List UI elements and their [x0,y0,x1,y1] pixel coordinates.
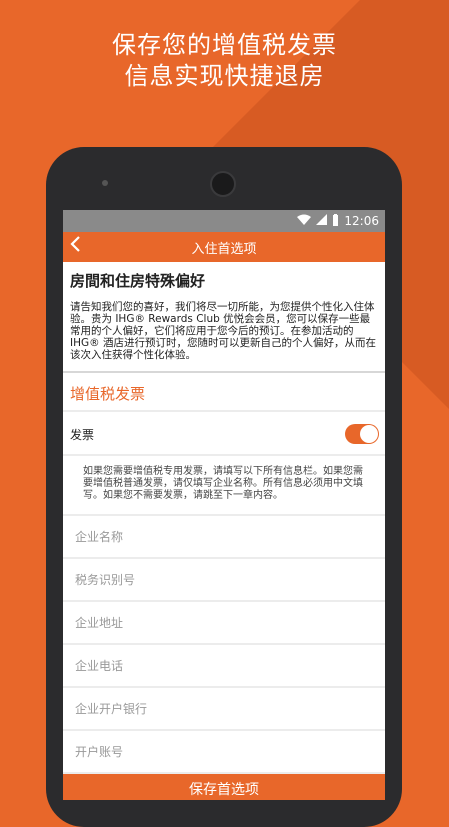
chevron-left-icon[interactable] [69,234,81,260]
bank-account-input[interactable] [73,743,367,760]
company-phone-field[interactable] [63,645,385,688]
invoice-label: 发票 [70,427,95,442]
vat-section-title: 增值税发票 [63,373,385,412]
company-address-input[interactable] [73,614,367,631]
phone-camera [210,171,236,197]
toggle-knob [360,425,378,443]
preferences-description: 请告知我们您的喜好，我们将尽一切所能，为您提供个性化入住体验。贵为 IHG® R… [63,297,385,373]
vat-note: 如果您需要增值税专用发票，请填写以下所有信息栏。如果您需要增值税普通发票，请仅填… [63,456,385,516]
company-phone-input[interactable] [73,657,367,674]
phone-sensor-dot [102,180,108,186]
company-name-field[interactable] [63,516,385,559]
promo-line-2: 信息实现快捷退房 [124,62,325,90]
wifi-icon [297,214,312,228]
phone-screen: 12:06 入住首选项 房間和住房特殊偏好 请告知我们您的喜好，我们将尽一切所能… [63,210,385,800]
company-address-field[interactable] [63,602,385,645]
signal-icon [316,214,328,228]
company-name-input[interactable] [73,528,367,545]
page-title: 入住首选项 [191,241,257,257]
company-bank-input[interactable] [73,700,367,717]
promo-headline: 保存您的增值税发票 信息实现快捷退房 [0,30,449,92]
invoice-row: 发票 [63,412,385,456]
battery-icon [332,213,339,229]
save-preferences-button[interactable]: 保存首选项 [63,774,385,800]
app-bar: 入住首选项 [63,232,385,262]
tax-id-field[interactable] [63,559,385,602]
tax-id-input[interactable] [73,571,367,588]
promo-line-1: 保存您的增值税发票 [112,31,337,59]
status-time: 12:06 [344,214,379,228]
company-bank-field[interactable] [63,688,385,731]
status-bar: 12:06 [63,210,385,232]
invoice-toggle[interactable] [345,424,379,444]
bank-account-field[interactable] [63,731,385,774]
preferences-title: 房間和住房特殊偏好 [70,272,206,290]
